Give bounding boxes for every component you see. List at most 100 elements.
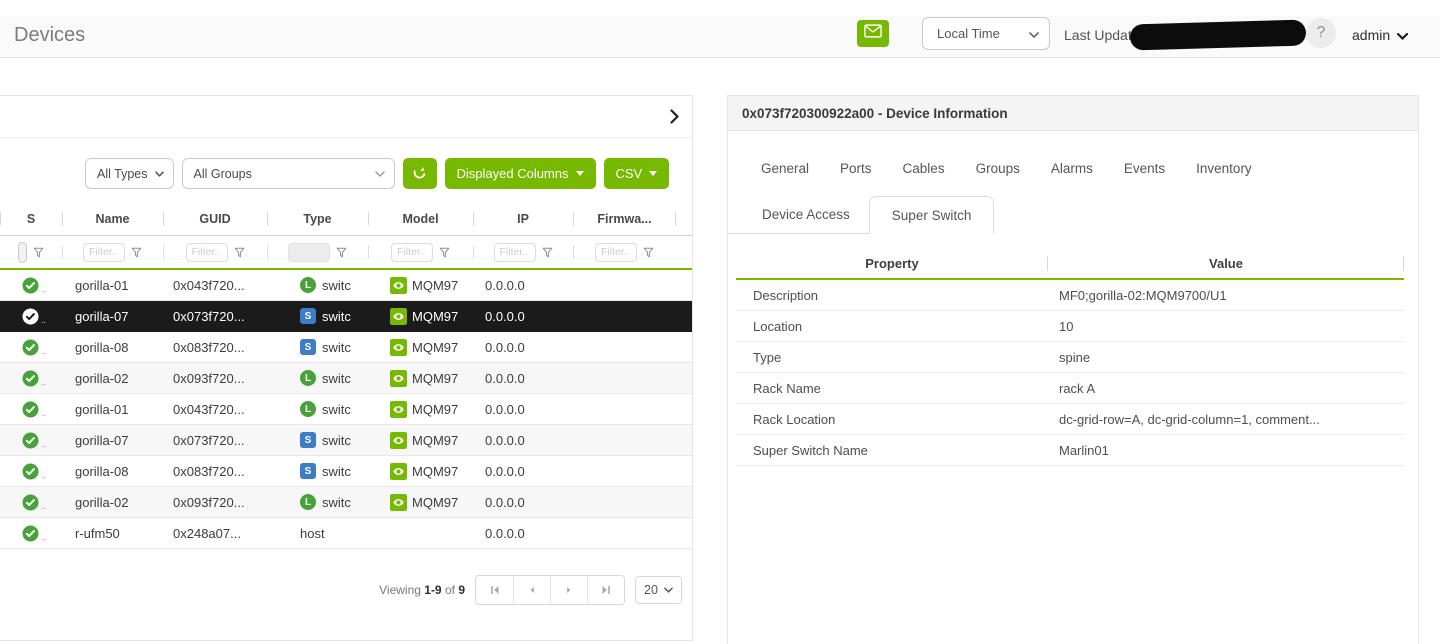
csv-button[interactable]: CSV — [604, 158, 670, 189]
name-filter-input[interactable] — [83, 243, 125, 262]
device-type-cell: S switc — [267, 339, 368, 355]
device-type-label: switc — [322, 278, 351, 293]
column-header: Firmwa... — [573, 211, 676, 227]
device-guid: 0x093f720... — [163, 495, 267, 510]
nvidia-logo-icon — [390, 308, 407, 325]
device-info-tab[interactable]: Groups — [976, 161, 1020, 176]
device-info-tab[interactable]: Events — [1124, 161, 1165, 176]
group-filter-select[interactable]: All Groups — [182, 158, 395, 189]
column-header: S — [0, 211, 62, 227]
device-info-title: 0x073f720300922a00 - Device Information — [728, 96, 1418, 131]
severity-truncation: .. — [41, 346, 46, 356]
table-row[interactable]: .. gorilla-08 0x083f720... S switc — [0, 332, 692, 363]
funnel-icon[interactable] — [336, 247, 347, 258]
next-page-button[interactable] — [550, 576, 587, 604]
device-model-label: MQM97 — [412, 495, 458, 510]
device-name: gorilla-02 — [62, 371, 163, 386]
severity-cell: .. — [0, 370, 62, 387]
property-value: 10 — [1048, 319, 1404, 334]
device-type-label: switc — [322, 464, 351, 479]
funnel-icon[interactable] — [234, 247, 245, 258]
last-update-label: Last Update — [1064, 27, 1140, 43]
tab-super-switch[interactable]: Super Switch — [869, 196, 995, 234]
collapse-panel-button[interactable] — [670, 109, 679, 129]
type-filter-cell — [267, 236, 368, 268]
table-row[interactable]: .. gorilla-01 0x043f720... L switc — [0, 270, 692, 301]
model-filter-input[interactable] — [391, 243, 433, 262]
device-info-panel: 0x073f720300922a00 - Device Information … — [727, 95, 1419, 644]
table-row[interactable]: .. gorilla-01 0x043f720... L switc — [0, 394, 692, 425]
type-filter-select[interactable]: All Types — [85, 158, 174, 189]
device-model-label: MQM97 — [412, 464, 458, 479]
device-info-tab[interactable]: General — [761, 161, 809, 176]
property-name: Rack Name — [736, 381, 1048, 396]
displayed-columns-label: Displayed Columns — [457, 166, 569, 181]
device-name: gorilla-01 — [62, 402, 163, 417]
device-model-cell: MQM97 — [368, 463, 473, 480]
guid-filter-input[interactable] — [186, 243, 228, 262]
chevron-down-icon — [155, 171, 164, 177]
device-ip: 0.0.0.0 — [473, 464, 573, 479]
severity-cell: .. — [0, 432, 62, 449]
nvidia-logo-icon — [390, 339, 407, 356]
status-ok-icon — [22, 432, 39, 449]
table-row[interactable]: .. r-ufm50 0x248a07... host 0.0.0.0 — [0, 518, 692, 549]
property-table-body: Description MF0;gorilla-02:MQM9700/U1 Lo… — [736, 280, 1404, 466]
help-button[interactable]: ? — [1306, 18, 1336, 48]
device-type-cell: S switc — [267, 308, 368, 324]
table-row[interactable]: .. gorilla-02 0x093f720... L switc — [0, 487, 692, 518]
refresh-button[interactable] — [403, 158, 437, 189]
status-ok-icon — [22, 494, 39, 511]
funnel-icon[interactable] — [643, 247, 654, 258]
device-type-cell: host — [267, 526, 368, 541]
last-page-button[interactable] — [587, 576, 624, 604]
table-row[interactable]: .. gorilla-07 0x073f720... S switc — [0, 301, 692, 332]
funnel-icon[interactable] — [439, 247, 450, 258]
page-size-select[interactable]: 20 — [635, 576, 682, 604]
column-header: IP — [473, 211, 573, 227]
device-info-tab[interactable]: Cables — [903, 161, 945, 176]
property-row: Super Switch Name Marlin01 — [736, 435, 1404, 466]
device-info-tab[interactable]: Alarms — [1051, 161, 1093, 176]
device-name: r-ufm50 — [62, 526, 163, 541]
value-column-header: Value — [1048, 255, 1404, 272]
tab-device-access[interactable]: Device Access — [743, 196, 869, 234]
device-ip: 0.0.0.0 — [473, 526, 573, 541]
viewing-total: 9 — [458, 583, 465, 597]
property-table: Property Value Description MF0;gorilla-0… — [736, 248, 1404, 466]
property-name: Super Switch Name — [736, 443, 1048, 458]
table-row[interactable]: .. gorilla-07 0x073f720... S switc — [0, 425, 692, 456]
mail-button[interactable] — [857, 20, 889, 47]
column-header: GUID — [163, 211, 267, 227]
device-model-label: MQM97 — [412, 371, 458, 386]
severity-truncation: .. — [41, 284, 46, 294]
displayed-columns-button[interactable]: Displayed Columns — [445, 158, 596, 189]
prev-page-button[interactable] — [513, 576, 550, 604]
property-row: Rack Location dc-grid-row=A, dc-grid-col… — [736, 404, 1404, 435]
type-badge: S — [300, 308, 316, 324]
user-menu[interactable]: admin — [1352, 27, 1408, 43]
device-type-cell: L switc — [267, 370, 368, 386]
chevron-down-icon — [664, 587, 673, 593]
chevron-down-icon — [375, 171, 385, 177]
device-ip: 0.0.0.0 — [473, 402, 573, 417]
device-name: gorilla-08 — [62, 464, 163, 479]
ip-filter-input[interactable] — [494, 243, 536, 262]
funnel-icon[interactable] — [33, 247, 44, 258]
firmware-filter-input[interactable] — [595, 243, 637, 262]
status-ok-icon — [22, 277, 39, 294]
severity-filter-pill[interactable] — [18, 242, 27, 263]
model-filter-cell — [368, 236, 473, 268]
property-row: Description MF0;gorilla-02:MQM9700/U1 — [736, 280, 1404, 311]
funnel-icon[interactable] — [131, 247, 142, 258]
funnel-icon[interactable] — [542, 247, 553, 258]
device-info-tab[interactable]: Inventory — [1196, 161, 1252, 176]
timezone-select[interactable]: Local Time — [922, 17, 1050, 50]
table-row[interactable]: .. gorilla-08 0x083f720... S switc — [0, 456, 692, 487]
device-type-cell: S switc — [267, 432, 368, 448]
device-info-tab[interactable]: Ports — [840, 161, 872, 176]
first-page-button[interactable] — [476, 576, 513, 604]
filter-row — [0, 236, 692, 268]
property-name: Type — [736, 350, 1048, 365]
table-row[interactable]: .. gorilla-02 0x093f720... L switc — [0, 363, 692, 394]
